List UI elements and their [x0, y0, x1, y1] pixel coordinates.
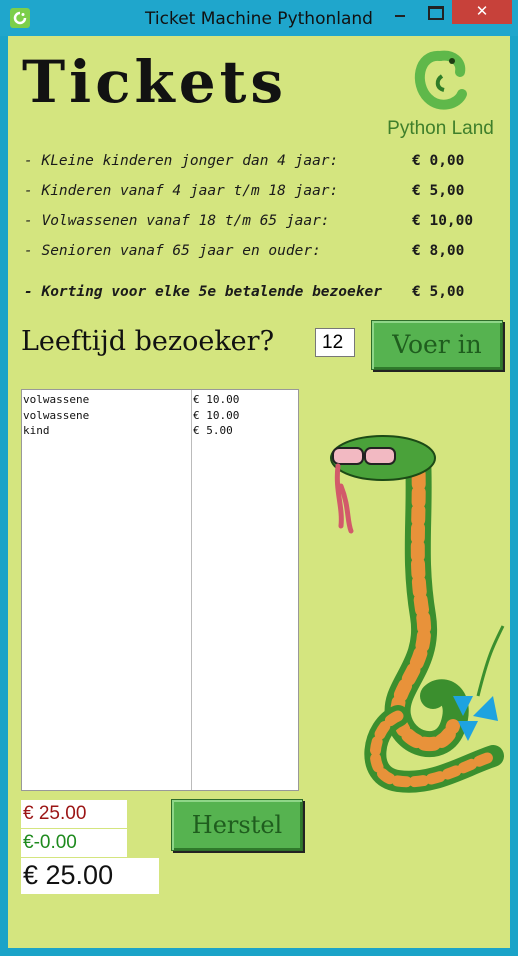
list-item[interactable]: € 10.00 — [193, 408, 239, 424]
ticket-list[interactable]: volwassene volwassene kind € 10.00 € 10.… — [21, 389, 299, 791]
page-title: Tickets — [22, 48, 288, 116]
price-amount: € 10,00 — [412, 213, 474, 229]
list-item[interactable]: volwassene — [23, 408, 89, 424]
python-land-logo-icon — [415, 50, 467, 110]
snake-illustration — [330, 435, 505, 793]
total-display: € 25.00 — [21, 858, 159, 894]
minimize-icon — [395, 15, 405, 17]
app-window: Ticket Machine Pythonland ✕ Tickets Pyth… — [0, 0, 518, 956]
enter-button[interactable]: Voer in — [371, 320, 503, 370]
price-row-children: - Kinderen vanaf 4 jaar t/m 18 jaar: € 5… — [24, 183, 494, 199]
price-label: - KLeine kinderen jonger dan 4 jaar: — [24, 153, 339, 169]
python-land-logo: Python Land — [378, 46, 503, 141]
list-item[interactable]: € 5.00 — [193, 423, 239, 439]
ticket-price-column: € 10.00 € 10.00 € 5.00 — [193, 392, 239, 439]
minimize-button[interactable] — [386, 0, 414, 24]
maximize-icon — [428, 6, 444, 20]
price-row-seniors: - Senioren vanaf 65 jaar en ouder: € 8,0… — [24, 243, 494, 259]
age-prompt-label: Leeftijd bezoeker? — [21, 326, 275, 357]
list-item[interactable]: volwassene — [23, 392, 89, 408]
price-row-toddlers: - KLeine kinderen jonger dan 4 jaar: € 0… — [24, 153, 494, 169]
price-amount: € 8,00 — [412, 243, 465, 259]
price-label: - Senioren vanaf 65 jaar en ouder: — [24, 243, 321, 259]
discount-display: €-0.00 — [21, 829, 127, 857]
main-panel: Tickets Python Land - KLeine kinderen jo… — [8, 36, 510, 948]
price-amount: € 5,00 — [412, 183, 465, 199]
price-row-adults: - Volwassenen vanaf 18 t/m 65 jaar: € 10… — [24, 213, 494, 229]
list-item[interactable]: € 10.00 — [193, 392, 239, 408]
price-label: - Volwassenen vanaf 18 t/m 65 jaar: — [24, 213, 330, 229]
ticket-type-column: volwassene volwassene kind — [23, 392, 89, 439]
logo-text: Python Land — [387, 118, 494, 139]
title-bar[interactable]: Ticket Machine Pythonland ✕ — [0, 0, 518, 36]
subtotal-display: € 25.00 — [21, 800, 127, 828]
discount-label: - Korting voor elke 5e betalende bezoeke… — [24, 284, 382, 300]
price-label: - Kinderen vanaf 4 jaar t/m 18 jaar: — [24, 183, 339, 199]
close-button[interactable]: ✕ — [452, 0, 512, 24]
price-amount: € 0,00 — [412, 153, 465, 169]
reset-button[interactable]: Herstel — [171, 799, 303, 851]
list-item[interactable]: kind — [23, 423, 89, 439]
discount-amount: € 5,00 — [412, 284, 465, 300]
age-input[interactable]: 12 — [315, 328, 355, 357]
column-divider — [191, 390, 192, 790]
discount-row: - Korting voor elke 5e betalende bezoeke… — [24, 284, 494, 300]
maximize-button[interactable] — [418, 0, 452, 24]
